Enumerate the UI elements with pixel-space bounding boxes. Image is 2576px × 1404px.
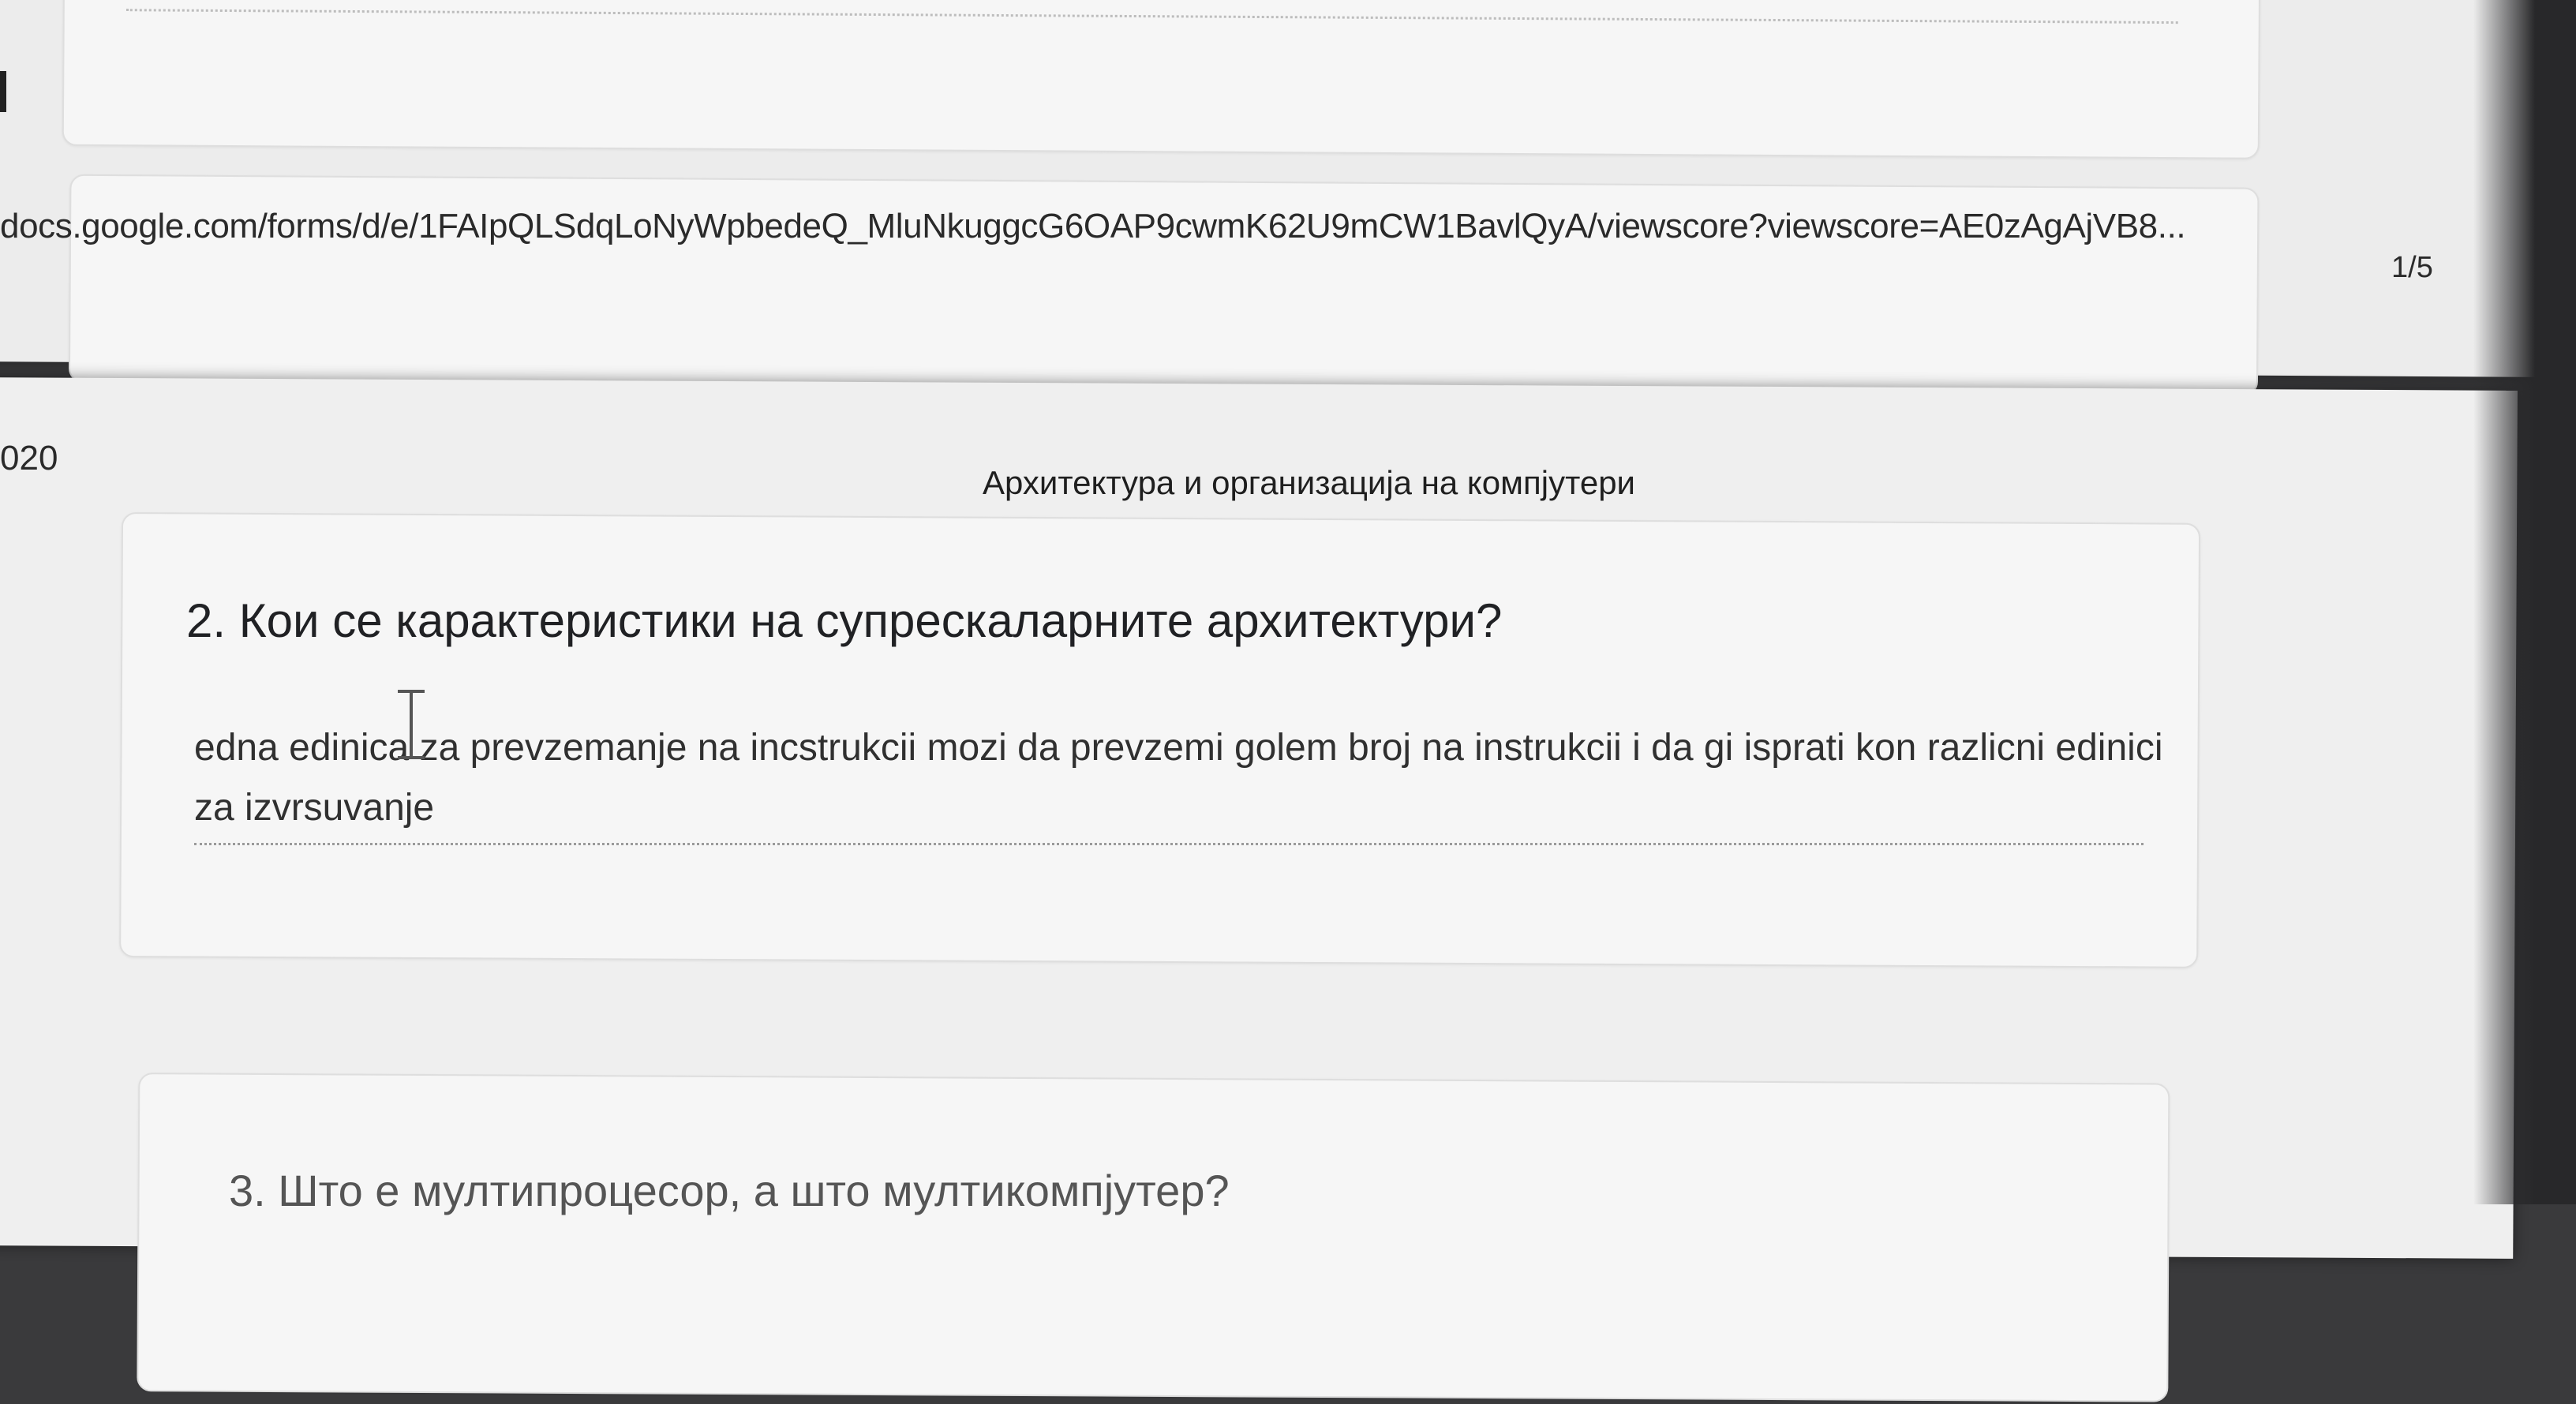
scan-mark [0,71,6,112]
print-url: docs.google.com/forms/d/e/1FAIpQLSdqLoNy… [0,207,2186,245]
page-number: 1/5 [2391,251,2433,284]
question-3-card [137,1073,2170,1402]
printed-page-1 [0,0,2541,396]
screen-bezel [2473,0,2576,1204]
question-3-title: 3. Што е мултипроцесор, а што мултикомпј… [229,1166,1230,1215]
page-title: Архитектура и организација на компјутери [983,464,1636,501]
text-cursor-icon [398,690,425,759]
answer-underline [194,843,2144,845]
question-2-title: 2. Кои се карактеристики на супрескаларн… [186,594,1503,647]
previous-question-card [62,0,2261,159]
date-fragment: 020 [0,439,58,477]
question-2-answer: edna edinica za prevzemanje na incstrukc… [194,727,2163,829]
